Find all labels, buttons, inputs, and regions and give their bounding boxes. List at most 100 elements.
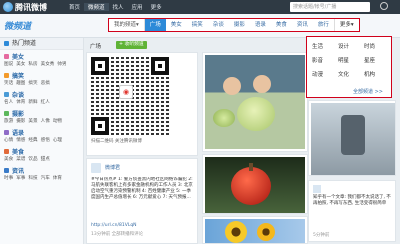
sidebar-subcategory-link[interactable]: 动物 [53, 118, 62, 125]
post-link[interactable]: http://url.cn/81VLqN [91, 223, 137, 229]
app-logo[interactable]: 腾讯微博 [3, 2, 65, 13]
sidebar-subcategory-link[interactable]: 图说 [4, 61, 13, 68]
search-icon[interactable] [380, 2, 388, 10]
photo-image [205, 55, 305, 149]
tencent-weibo-logo-icon [3, 2, 13, 12]
sidebar-category-head[interactable]: 资讯 [4, 166, 79, 175]
dropdown-item-life[interactable]: 生活 [312, 42, 338, 50]
sidebar-subcategory-link[interactable]: 名人 [4, 99, 13, 106]
category-icon [4, 54, 9, 59]
sidebar-subcategory-link[interactable]: 心理 [53, 137, 62, 144]
topnav-home[interactable]: 首页 [65, 3, 84, 11]
all-channels-link[interactable]: 全部频道 >> [353, 88, 383, 95]
topnav-more[interactable]: 更多 [147, 3, 166, 11]
sidebar-category-label: 美食 [12, 149, 25, 156]
photo-card-sunflower[interactable] [202, 216, 308, 244]
sidebar-category-head[interactable]: 摄影 [4, 109, 79, 118]
sidebar-category-head[interactable]: 搞笑 [4, 71, 79, 80]
category-icon [4, 168, 9, 173]
sidebar-title: 热门频道 [0, 38, 83, 50]
dropdown-item-stars[interactable]: 明星 [338, 56, 364, 64]
sidebar-subcategory-link[interactable]: 趣图 [16, 80, 25, 87]
dropdown-item-fashion[interactable]: 时尚 [364, 42, 390, 50]
sidebar-category: 杂谈 名人 体育 新鲜 红人 [0, 88, 83, 107]
sidebar-category-head[interactable]: 美女 [4, 52, 79, 61]
sidebar-subcategory-link[interactable]: 人像 [41, 118, 50, 125]
dropdown-item-zodiac[interactable]: 星座 [364, 56, 390, 64]
tab-plaza[interactable]: 广场 [144, 19, 166, 31]
sidebar-subcategory-link[interactable]: 美景 [28, 118, 37, 125]
topnav-channel[interactable]: 微频道 [84, 3, 109, 11]
sidebar-subcategory-link[interactable]: 美食 [4, 156, 13, 163]
sidebar-subcategory-link[interactable]: 饮品 [28, 156, 37, 163]
sidebar-subcategory-link[interactable]: 私房 [28, 61, 37, 68]
photo-image [311, 103, 395, 175]
sidebar-subcategory-link[interactable]: 笑话 [4, 80, 13, 87]
sidebar-subcategory-link[interactable]: 体育 [53, 175, 62, 182]
sidebar-subcategories: 图说 美女 私房 美女秀 帅男 [4, 61, 79, 68]
search-input[interactable]: 搜索话题/帐号/广播 [290, 2, 370, 12]
dropdown-grid: 生活 设计 时尚 影音 明星 星座 动漫 文化 机构 [312, 42, 390, 78]
sidebar-subcategory-link[interactable]: 经典 [28, 137, 37, 144]
post-card[interactable]: 微博君 #今日热点# 1: 警方侦查黑内地社区网络诈骗犯 2: 马航失联客机上有… [86, 158, 198, 244]
sidebar-category: 美女 图说 美女 私房 美女秀 帅男 [0, 50, 83, 69]
sidebar-subcategory-link[interactable]: 体育 [16, 99, 25, 106]
weibo-logo-icon: ◉ [119, 85, 133, 99]
tab-talk[interactable]: 杂谈 [208, 19, 229, 31]
channel-tab-bar: 我的频道▾ 广场 美女 搞笑 杂谈 摄影 语录 美食 资讯 旅行 更多▾ [108, 18, 360, 32]
sidebar-subcategory-link[interactable]: 科技 [28, 175, 37, 182]
sidebar-subcategory-link[interactable]: 军事 [16, 175, 25, 182]
dropdown-item-org[interactable]: 机构 [364, 70, 390, 78]
qr-caption: 扫描二维码 关注腾讯微博 [91, 139, 142, 144]
dropdown-item-anime[interactable]: 动漫 [312, 70, 338, 78]
right-photo-card[interactable] [308, 100, 396, 176]
more-channels-button[interactable]: 更多▾ [333, 19, 359, 31]
follow-channel-button[interactable]: + 收听频道 [116, 41, 147, 49]
sidebar-category-head[interactable]: 语录 [4, 128, 79, 137]
tab-news[interactable]: 资讯 [292, 19, 313, 31]
sidebar-subcategory-link[interactable]: 心情 [4, 137, 13, 144]
sidebar-subcategory-link[interactable]: 恶搞 [41, 80, 50, 87]
sidebar-category: 美食 美食 菜谱 饮品 甜点 [0, 145, 83, 164]
topnav-apps[interactable]: 应用 [128, 3, 147, 11]
tab-funny[interactable]: 搞笑 [187, 19, 208, 31]
topnav-find-people[interactable]: 找人 [109, 3, 128, 11]
qr-card[interactable]: ◉ 扫描二维码 关注腾讯微博 [86, 52, 198, 156]
sidebar-subcategory-link[interactable]: 美女 [16, 61, 25, 68]
sidebar-subcategory-link[interactable]: 摄影 [16, 118, 25, 125]
right-post-card[interactable]: 知乎有一个文章: 我们都不太说话了, 不再拍照, 不再写东西, 生活变得很简单 … [308, 180, 396, 242]
tab-photo[interactable]: 摄影 [229, 19, 250, 31]
avatar[interactable] [91, 163, 101, 173]
sidebar-subcategory-link[interactable]: 汽车 [41, 175, 50, 182]
sidebar-category-label: 杂谈 [12, 92, 25, 99]
sidebar-subcategory-link[interactable]: 情感 [16, 137, 25, 144]
sidebar-category-head[interactable]: 杂谈 [4, 90, 79, 99]
sidebar-subcategory-link[interactable]: 甜点 [41, 156, 50, 163]
sidebar-subcategory-link[interactable]: 搞笑 [28, 80, 37, 87]
avatar[interactable] [313, 185, 321, 193]
my-channel-button[interactable]: 我的频道▾ [109, 19, 145, 31]
hot-channels-sidebar: 热门频道 美女 图说 美女 私房 美女秀 帅男 搞笑 笑话 趣图 搞笑 恶搞 杂谈 名人 体育 新鲜 红人 摄影… [0, 38, 84, 244]
sidebar-subcategory-link[interactable]: 感悟 [41, 137, 50, 144]
tab-quotes[interactable]: 语录 [250, 19, 271, 31]
sidebar-subcategory-link[interactable]: 菜谱 [16, 156, 25, 163]
sidebar-subcategory-link[interactable]: 时事 [4, 175, 13, 182]
qr-corner [151, 57, 169, 75]
post-username[interactable]: 微博君 [105, 164, 120, 171]
sidebar-subcategory-link[interactable]: 红人 [41, 99, 50, 106]
sidebar-subcategory-link[interactable]: 美女秀 [41, 61, 55, 68]
photo-card-cabbage[interactable] [202, 52, 308, 152]
photo-card-apple[interactable] [202, 154, 308, 214]
tab-food[interactable]: 美食 [271, 19, 292, 31]
tab-travel[interactable]: 旅行 [313, 19, 334, 31]
sidebar-category-head[interactable]: 美食 [4, 147, 79, 156]
dropdown-item-design[interactable]: 设计 [338, 42, 364, 50]
sidebar-subcategory-link[interactable]: 旅游 [4, 118, 13, 125]
sidebar-subcategory-link[interactable]: 新鲜 [28, 99, 37, 106]
sidebar-subcategory-link[interactable]: 帅男 [57, 61, 66, 68]
dropdown-item-media[interactable]: 影音 [312, 56, 338, 64]
category-icon [4, 111, 9, 116]
tab-beauty[interactable]: 美女 [166, 19, 187, 31]
sidebar-category: 搞笑 笑话 趣图 搞笑 恶搞 [0, 69, 83, 88]
dropdown-item-culture[interactable]: 文化 [338, 70, 364, 78]
